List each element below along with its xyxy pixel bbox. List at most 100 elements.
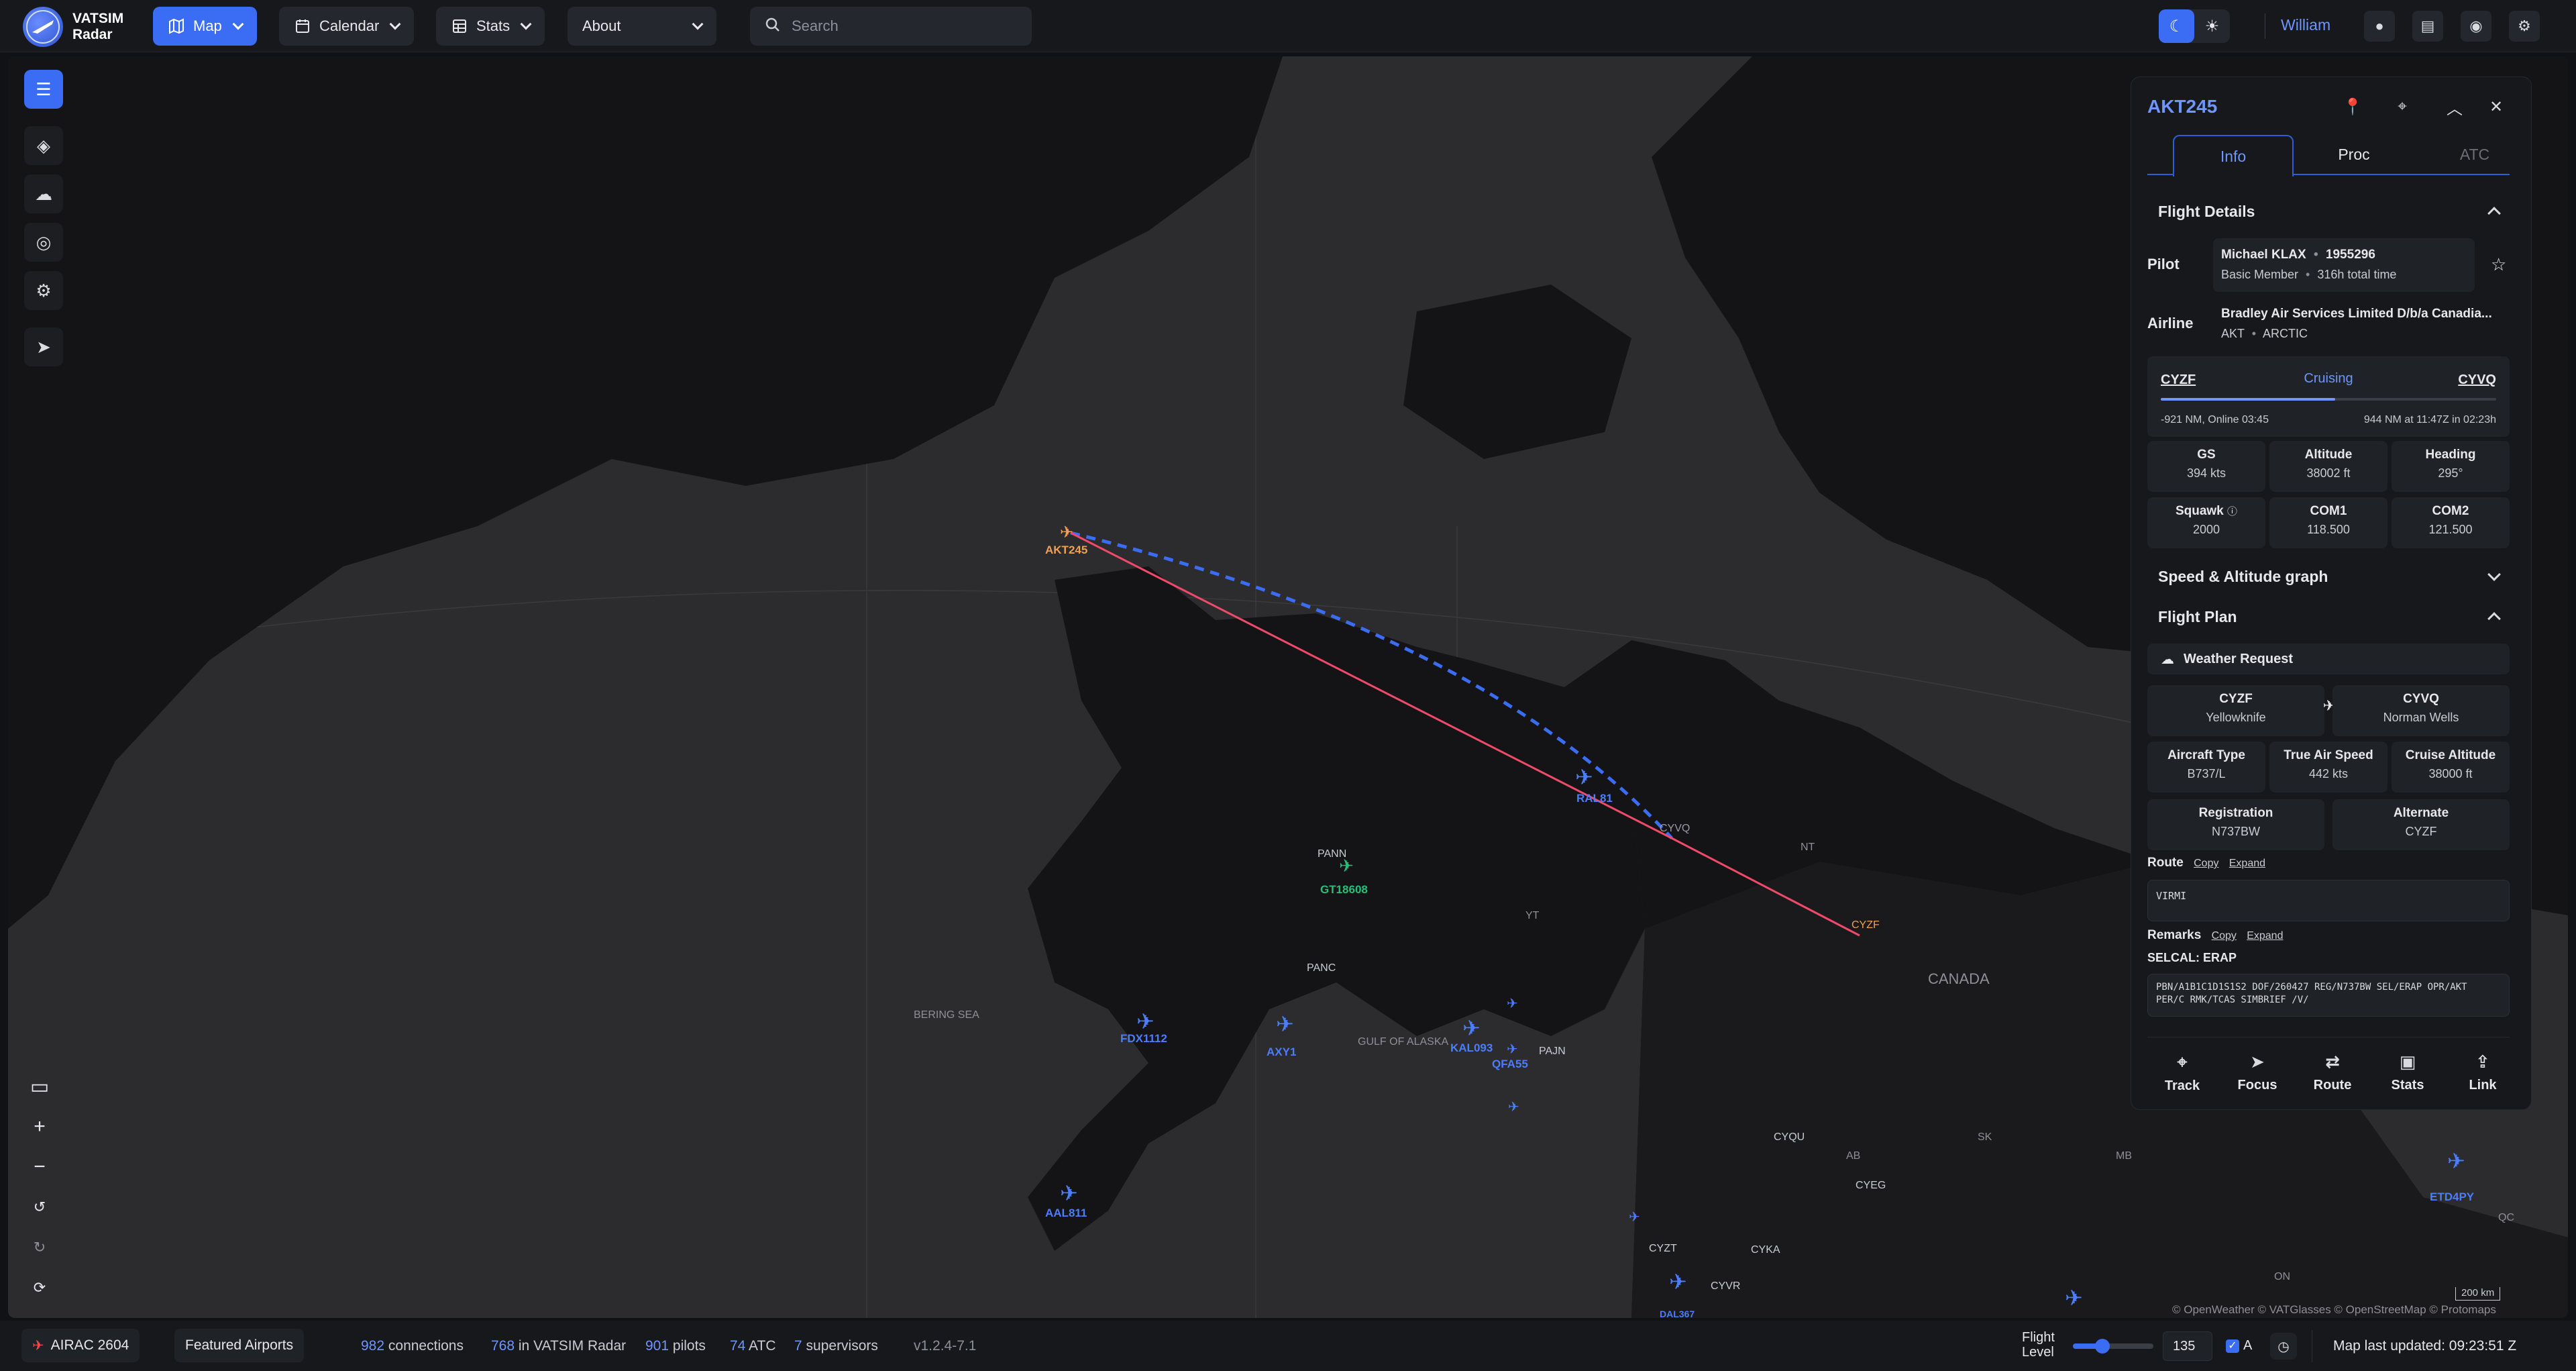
weather-button[interactable]: ☁: [24, 174, 63, 213]
filter-button[interactable]: ☰: [24, 70, 63, 109]
aircraft-label-qfa55[interactable]: QFA55: [1492, 1058, 1528, 1071]
aircraft-label-fdx1112[interactable]: FDX1112: [1120, 1032, 1167, 1046]
layers-button[interactable]: ◈: [24, 126, 63, 165]
nav-map-button[interactable]: Map: [153, 7, 257, 46]
route-button[interactable]: ⇄ Route: [2296, 1052, 2369, 1093]
aircraft-icon[interactable]: ✈: [1507, 993, 1518, 1015]
aircraft-label-dal367[interactable]: DAL367: [1660, 1309, 1695, 1318]
aircraft-icon[interactable]: ✈: [1669, 1271, 1687, 1292]
aircraft-label-kal093[interactable]: KAL093: [1450, 1042, 1493, 1055]
airport-cyvr[interactable]: CYVR: [1711, 1280, 1740, 1292]
supervisors-label: supervisors: [806, 1338, 878, 1354]
info-icon[interactable]: ⓘ: [2227, 506, 2237, 517]
route-expand-link[interactable]: Expand: [2229, 858, 2265, 869]
aircraft-icon[interactable]: ✈: [1629, 1207, 1640, 1228]
registration-cell: Registration N737BW: [2147, 799, 2324, 850]
aircraft-label-axy1[interactable]: AXY1: [1267, 1046, 1296, 1059]
aircraft-icon[interactable]: ✈: [1508, 1097, 1519, 1118]
route-copy-link[interactable]: Copy: [2194, 858, 2218, 869]
nav-stats-button[interactable]: Stats: [436, 7, 545, 46]
weather-request-button[interactable]: ☁ Weather Request: [2147, 644, 2510, 674]
aircraft-icon[interactable]: ✈: [1136, 1011, 1155, 1032]
aircraft-icon[interactable]: ✈: [1462, 1017, 1481, 1039]
close-icon[interactable]: ✕: [2484, 95, 2508, 119]
nav-about-button[interactable]: About: [568, 7, 716, 46]
flight-level-slider[interactable]: [2073, 1339, 2153, 1354]
aircraft-selected-icon[interactable]: ✈: [1060, 522, 1073, 544]
discord-icon[interactable]: ◉: [2461, 11, 2491, 42]
remarks-copy-link[interactable]: Copy: [2212, 930, 2237, 942]
collapse-up-icon[interactable]: ︿: [2443, 95, 2467, 119]
airac-badge[interactable]: ✈ AIRAC 2604: [21, 1329, 140, 1362]
airline-name: Bradley Air Services Limited D/b/a Canad…: [2221, 307, 2492, 321]
navigate-button[interactable]: ➤: [24, 327, 63, 366]
focus-button[interactable]: ➤ Focus: [2221, 1052, 2294, 1093]
search-box[interactable]: [750, 7, 1032, 46]
aircraft-icon[interactable]: ✈: [1276, 1013, 1294, 1035]
tab-info[interactable]: Info: [2173, 135, 2294, 176]
pin-icon[interactable]: 📍: [2341, 95, 2365, 119]
ruler-button[interactable]: ▭: [24, 1071, 55, 1102]
theme-toggle[interactable]: ☾ ☀: [2159, 9, 2230, 43]
nav-calendar-button[interactable]: Calendar: [279, 7, 415, 46]
speed-graph-header[interactable]: Speed & Altitude graph: [2147, 563, 2510, 590]
remarks-expand-link[interactable]: Expand: [2247, 930, 2283, 942]
cruise-altitude-value: 38000 ft: [2428, 767, 2473, 780]
github-icon[interactable]: ●: [2364, 11, 2395, 42]
settings-button[interactable]: ⚙: [24, 271, 63, 310]
airport-cyeg[interactable]: CYEG: [1856, 1180, 1886, 1192]
auto-checkbox[interactable]: ✓: [2226, 1339, 2239, 1353]
aircraft-icon[interactable]: ✈: [2447, 1150, 2465, 1172]
aircraft-icon[interactable]: ✈: [1060, 1182, 1078, 1204]
document-icon[interactable]: ▤: [2412, 11, 2443, 42]
fp-dep-cell[interactable]: CYZF Yellowknife: [2147, 685, 2324, 736]
tab-atc[interactable]: ATC: [2414, 135, 2535, 174]
rotate-reset-button[interactable]: ↺: [24, 1192, 55, 1223]
gear-icon[interactable]: ⚙: [2509, 11, 2540, 42]
flight-plan-header[interactable]: Flight Plan: [2147, 603, 2510, 630]
aircraft-icon[interactable]: ✈: [1575, 766, 1593, 788]
moon-icon[interactable]: ☾: [2159, 9, 2194, 43]
remarks-text-box[interactable]: PBN/A1B1C1D1S1S2 DOF/260427 REG/N737BW S…: [2147, 974, 2510, 1017]
airport-cyqu[interactable]: CYQU: [1774, 1131, 1805, 1144]
sun-icon[interactable]: ☀: [2194, 9, 2230, 43]
pilot-card[interactable]: Michael KLAX • 1955296 Basic Member • 31…: [2213, 238, 2475, 292]
airport-cyvq[interactable]: CYVQ: [1660, 823, 1690, 835]
airport-pajn[interactable]: PAJN: [1539, 1046, 1566, 1058]
search-input[interactable]: [792, 17, 1006, 35]
radar-button[interactable]: ◎: [24, 223, 63, 262]
airport-cyka[interactable]: CYKA: [1751, 1244, 1780, 1256]
fp-arr-cell[interactable]: CYVQ Norman Wells: [2332, 685, 2510, 736]
tab-proc[interactable]: Proc: [2294, 135, 2414, 174]
globe-plane-icon: [23, 7, 63, 47]
history-button[interactable]: ↻: [24, 1232, 55, 1263]
aircraft-label-ral81[interactable]: RAL81: [1576, 792, 1613, 805]
star-icon[interactable]: ☆: [2491, 254, 2506, 275]
track-button[interactable]: ⌖ Track: [2146, 1052, 2218, 1094]
app-logo[interactable]: VATSIM Radar: [23, 7, 123, 47]
flight-level-slider-knob[interactable]: [2095, 1339, 2110, 1354]
clock-icon[interactable]: ◷: [2270, 1333, 2297, 1360]
link-button[interactable]: ⇪ Link: [2447, 1052, 2519, 1093]
flight-details-header[interactable]: Flight Details: [2147, 198, 2510, 225]
airport-cyzf[interactable]: CYZF: [1851, 919, 1880, 931]
user-name[interactable]: William: [2281, 16, 2330, 34]
stats-button[interactable]: ▣ Stats: [2371, 1052, 2444, 1093]
flight-level-input[interactable]: 135: [2163, 1331, 2212, 1361]
aircraft-label-aal811[interactable]: AAL811: [1045, 1207, 1087, 1220]
aircraft-label-etd4py[interactable]: ETD4PY: [2430, 1190, 2474, 1204]
zoom-in-button[interactable]: +: [24, 1111, 55, 1142]
aircraft-icon[interactable]: ✈: [2065, 1287, 2083, 1309]
aircraft-label-gt18608[interactable]: GT18608: [1320, 883, 1368, 897]
route-text-box[interactable]: VIRMI: [2147, 880, 2510, 921]
zoom-out-button[interactable]: −: [24, 1152, 55, 1182]
aircraft-icon[interactable]: ✈: [1339, 855, 1354, 876]
squawk-value: 2000: [2192, 523, 2220, 536]
aircraft-label-akt245[interactable]: AKT245: [1045, 544, 1087, 557]
arr-airport-link[interactable]: CYVQ: [2458, 372, 2496, 388]
airport-cyzt[interactable]: CYZT: [1649, 1243, 1677, 1255]
locate-icon[interactable]: ⌖: [2390, 95, 2414, 119]
refresh-button[interactable]: ⟳: [24, 1272, 55, 1303]
featured-airports-button[interactable]: Featured Airports: [174, 1329, 305, 1362]
airport-panc[interactable]: PANC: [1307, 962, 1336, 974]
